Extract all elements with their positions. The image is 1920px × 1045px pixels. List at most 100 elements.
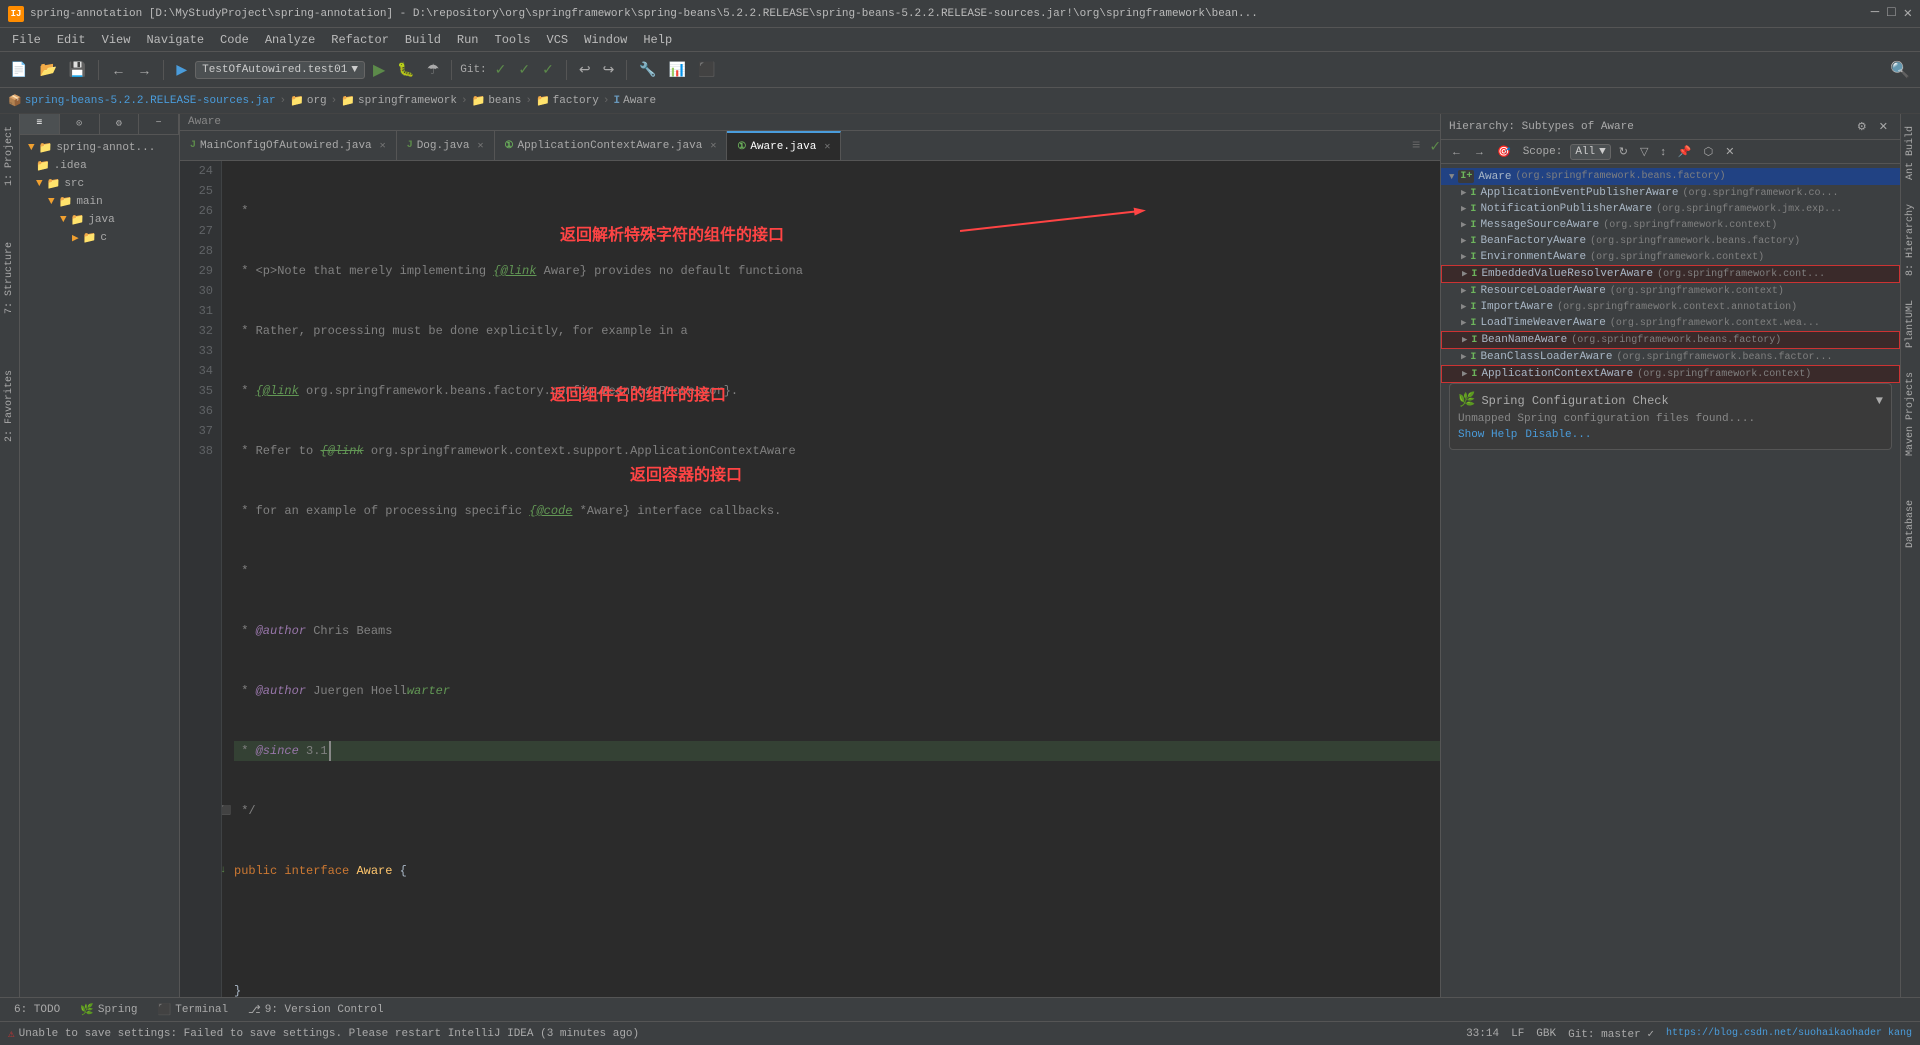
h-open-editor-button[interactable]: ⬡ — [1700, 143, 1718, 160]
project-view-tab[interactable]: ≡ — [20, 114, 60, 134]
tab-close-3[interactable]: ✕ — [710, 140, 716, 152]
search-everywhere-button[interactable]: 🔍 — [1886, 58, 1914, 82]
h-locate-button[interactable]: 🎯 — [1493, 143, 1515, 160]
h-back-button[interactable]: ← — [1447, 144, 1466, 160]
hierarchy-close-button[interactable]: ✕ — [1875, 118, 1892, 135]
tab-close-1[interactable]: ✕ — [380, 140, 386, 152]
h-item-resourceloader[interactable]: ▶ I ResourceLoaderAware (org.springframe… — [1441, 283, 1900, 299]
tab-close-2[interactable]: ✕ — [478, 140, 484, 152]
run-config-dropdown[interactable]: TestOfAutowired.test01 ▼ — [195, 61, 365, 79]
h-pin-button[interactable]: 📌 — [1674, 143, 1696, 160]
maven-tab[interactable]: Maven Projects — [1903, 364, 1918, 464]
code-content[interactable]: * * <p>Note that merely implementing {@l… — [222, 161, 1440, 997]
forward-button[interactable]: → — [133, 60, 155, 80]
vcs-log-button[interactable]: 📊 — [665, 59, 690, 80]
h-close-button[interactable]: ✕ — [1721, 143, 1738, 160]
h-item-notifpub[interactable]: ▶ I NotificationPublisherAware (org.spri… — [1441, 201, 1900, 217]
hierarchy-side-tab[interactable]: 8: Hierarchy — [1903, 196, 1918, 284]
h-item-appeventpub[interactable]: ▶ I ApplicationEventPublisherAware (org.… — [1441, 185, 1900, 201]
tab-close-4[interactable]: ✕ — [824, 141, 830, 153]
spring-check-expand-icon[interactable]: ▼ — [1876, 394, 1883, 408]
spring-tab[interactable]: 🌿 Spring — [70, 1001, 147, 1019]
h-refresh-button[interactable]: ↻ — [1615, 143, 1632, 160]
minimize-button[interactable]: ─ — [1871, 5, 1879, 22]
collapse-sidebar-tab[interactable]: − — [139, 114, 179, 134]
h-item-beanclassloader[interactable]: ▶ I BeanClassLoaderAware (org.springfram… — [1441, 349, 1900, 365]
plantuml-tab[interactable]: PlantUML — [1903, 292, 1918, 356]
tab-dog[interactable]: J Dog.java ✕ — [397, 131, 495, 160]
undo-button[interactable]: ↩ — [575, 59, 595, 80]
new-file-button[interactable]: 📄 — [6, 59, 31, 80]
menu-edit[interactable]: Edit — [49, 28, 94, 51]
h-item-environment[interactable]: ▶ I EnvironmentAware (org.springframewor… — [1441, 249, 1900, 265]
git-status-bar[interactable]: Git: master ✓ — [1568, 1027, 1654, 1041]
terminal-tab[interactable]: ⬛ Terminal — [148, 1001, 239, 1019]
h-item-beanfactory[interactable]: ▶ I BeanFactoryAware (org.springframewor… — [1441, 233, 1900, 249]
menu-code[interactable]: Code — [212, 28, 257, 51]
h-item-msgsource[interactable]: ▶ I MessageSourceAware (org.springframew… — [1441, 217, 1900, 233]
menu-build[interactable]: Build — [397, 28, 449, 51]
database-tab[interactable]: Database — [1903, 492, 1918, 556]
coverage-button[interactable]: ☂ — [423, 59, 444, 80]
menu-window[interactable]: Window — [576, 28, 635, 51]
terminal-button[interactable]: ⬛ — [694, 59, 719, 80]
run-config-button[interactable]: ▶ — [172, 59, 191, 80]
close-button[interactable]: ✕ — [1904, 5, 1912, 22]
tab-appcontextaware[interactable]: ① ApplicationContextAware.java ✕ — [495, 131, 728, 160]
h-item-aware[interactable]: ▼ I+ Aware (org.springframework.beans.fa… — [1441, 168, 1900, 185]
back-button[interactable]: ← — [107, 60, 129, 80]
bc-factory[interactable]: 📁 factory — [536, 94, 599, 108]
structure-tab[interactable]: 7: Structure — [2, 234, 17, 322]
git-check-button[interactable]: ✓ — [491, 59, 511, 80]
settings-sidebar-tab[interactable]: ⚙ — [100, 114, 140, 134]
menu-file[interactable]: File — [4, 28, 49, 51]
todo-tab[interactable]: 6: TODO — [4, 1002, 70, 1018]
external-link[interactable]: https://blog.csdn.net/suohaikaohader kan… — [1666, 1028, 1912, 1039]
project-tab[interactable]: 1: Project — [2, 118, 17, 194]
run-button[interactable]: ▶ — [369, 58, 389, 82]
menu-view[interactable]: View — [94, 28, 139, 51]
menu-help[interactable]: Help — [635, 28, 680, 51]
bc-springframework[interactable]: 📁 springframework — [341, 94, 457, 108]
h-sort-button[interactable]: ↕ — [1656, 144, 1670, 160]
h-filter-button[interactable]: ▽ — [1636, 143, 1652, 160]
favorites-tab[interactable]: 2: Favorites — [2, 362, 17, 450]
settings-button[interactable]: 🔧 — [635, 59, 660, 80]
git-push-button[interactable]: ✓ — [538, 59, 558, 80]
debug-button[interactable]: 🐛 — [393, 59, 418, 80]
tree-java[interactable]: ▼ 📁 java — [20, 211, 179, 229]
menu-tools[interactable]: Tools — [487, 28, 539, 51]
tab-main-config[interactable]: J MainConfigOfAutowired.java ✕ — [180, 131, 397, 160]
window-controls[interactable]: ─ □ ✕ — [1871, 5, 1912, 22]
version-control-tab[interactable]: ⎇ 9: Version Control — [238, 1001, 394, 1019]
h-item-beanname[interactable]: ▶ I BeanNameAware (org.springframework.b… — [1441, 331, 1900, 349]
line-ending[interactable]: LF — [1511, 1028, 1524, 1040]
menu-run[interactable]: Run — [449, 28, 487, 51]
tree-idea[interactable]: 📁 .idea — [20, 157, 179, 175]
cursor-position[interactable]: 33:14 — [1466, 1028, 1499, 1040]
h-item-appcontextaware[interactable]: ▶ I ApplicationContextAware (org.springf… — [1441, 365, 1900, 383]
tree-main[interactable]: ▼ 📁 main — [20, 193, 179, 211]
tab-aware[interactable]: ① Aware.java ✕ — [727, 131, 841, 160]
scope-dropdown[interactable]: All ▼ — [1570, 144, 1610, 160]
charset[interactable]: GBK — [1536, 1028, 1556, 1040]
code-editor[interactable]: 24 25 26 27 28 29 30 31 32 33 34 35 36 3… — [180, 161, 1440, 997]
git-merge-button[interactable]: ✓ — [514, 59, 534, 80]
menu-navigate[interactable]: Navigate — [138, 28, 212, 51]
scope-tab[interactable]: ⊙ — [60, 114, 100, 134]
tab-overflow-button[interactable]: ≡ — [1406, 138, 1426, 154]
disable-link[interactable]: Disable... — [1525, 429, 1591, 441]
ant-build-tab[interactable]: Ant Build — [1903, 118, 1918, 188]
show-help-link[interactable]: Show Help — [1458, 429, 1517, 441]
h-item-loadtimeweaver[interactable]: ▶ I LoadTimeWeaverAware (org.springframe… — [1441, 315, 1900, 331]
hierarchy-settings-button[interactable]: ⚙ — [1853, 118, 1871, 135]
open-button[interactable]: 📂 — [35, 59, 60, 80]
h-forward-button[interactable]: → — [1470, 144, 1489, 160]
maximize-button[interactable]: □ — [1887, 5, 1895, 22]
bc-aware[interactable]: I Aware — [613, 95, 656, 107]
menu-vcs[interactable]: VCS — [539, 28, 577, 51]
redo-button[interactable]: ↪ — [599, 59, 619, 80]
tree-src[interactable]: ▼ 📁 src — [20, 175, 179, 193]
bc-org[interactable]: 📁 org — [290, 94, 327, 108]
bc-jar[interactable]: 📦 spring-beans-5.2.2.RELEASE-sources.jar — [8, 94, 276, 108]
